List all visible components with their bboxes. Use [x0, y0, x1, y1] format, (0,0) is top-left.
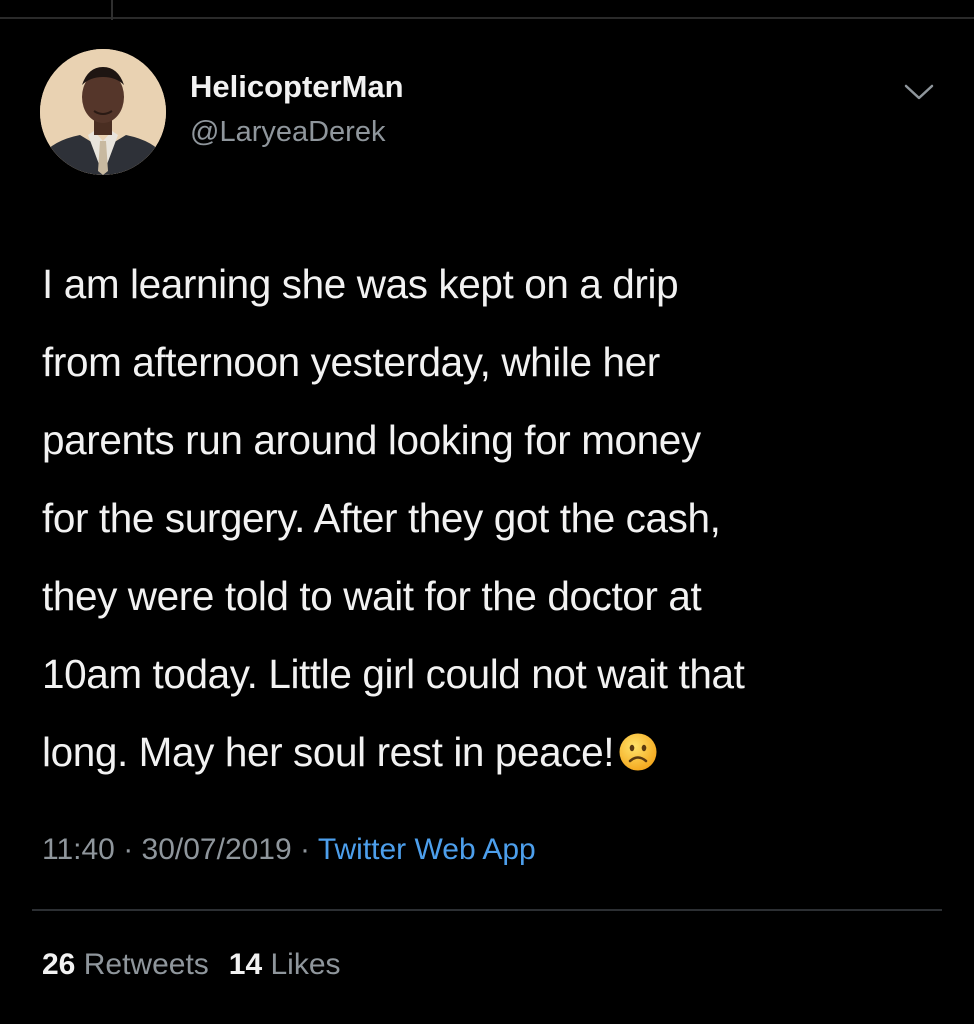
tweet-date[interactable]: 30/07/2019	[142, 833, 292, 866]
likes-count: 14	[228, 948, 263, 981]
tweet-text-line: I am learning she was kept on a drip	[42, 261, 679, 307]
top-divider	[0, 17, 974, 19]
tweet-text-line: they were told to wait for the doctor at	[42, 573, 702, 619]
tweet-text-line: from afternoon yesterday, while her	[42, 339, 660, 385]
thread-line	[111, 0, 113, 20]
author-display-name[interactable]: HelicopterMan	[190, 69, 404, 105]
retweets-stat[interactable]: 26 Retweets	[42, 948, 209, 981]
meta-separator: ·	[114, 833, 142, 866]
frowning-face-icon	[618, 719, 658, 797]
tweet-text-line: parents run around looking for money	[42, 417, 701, 463]
tweet-meta: 11:40 · 30/07/2019 · Twitter Web App	[42, 833, 536, 867]
author-handle[interactable]: @LaryeaDerek	[190, 116, 385, 149]
meta-separator: ·	[291, 833, 318, 866]
tweet-text: I am learning she was kept on a drip fro…	[42, 245, 942, 797]
tweet-text-line: long. May her soul rest in peace!	[42, 729, 615, 775]
likes-label: Likes	[270, 948, 341, 981]
chevron-down-icon[interactable]	[903, 82, 935, 102]
engagement-stats: 26 Retweets 14 Likes	[42, 948, 341, 982]
stats-divider	[32, 909, 942, 911]
avatar[interactable]	[40, 49, 166, 175]
tweet-text-line: for the surgery. After they got the cash…	[42, 495, 721, 541]
retweets-count: 26	[42, 948, 76, 981]
tweet-time[interactable]: 11:40	[42, 833, 115, 866]
tweet-text-last-line: long. May her soul rest in peace!	[42, 713, 942, 797]
retweets-label: Retweets	[83, 948, 209, 981]
likes-stat[interactable]: 14 Likes	[229, 948, 341, 981]
tweet-source-link[interactable]: Twitter Web App	[318, 833, 536, 866]
tweet-text-line: 10am today. Little girl could not wait t…	[42, 651, 745, 697]
